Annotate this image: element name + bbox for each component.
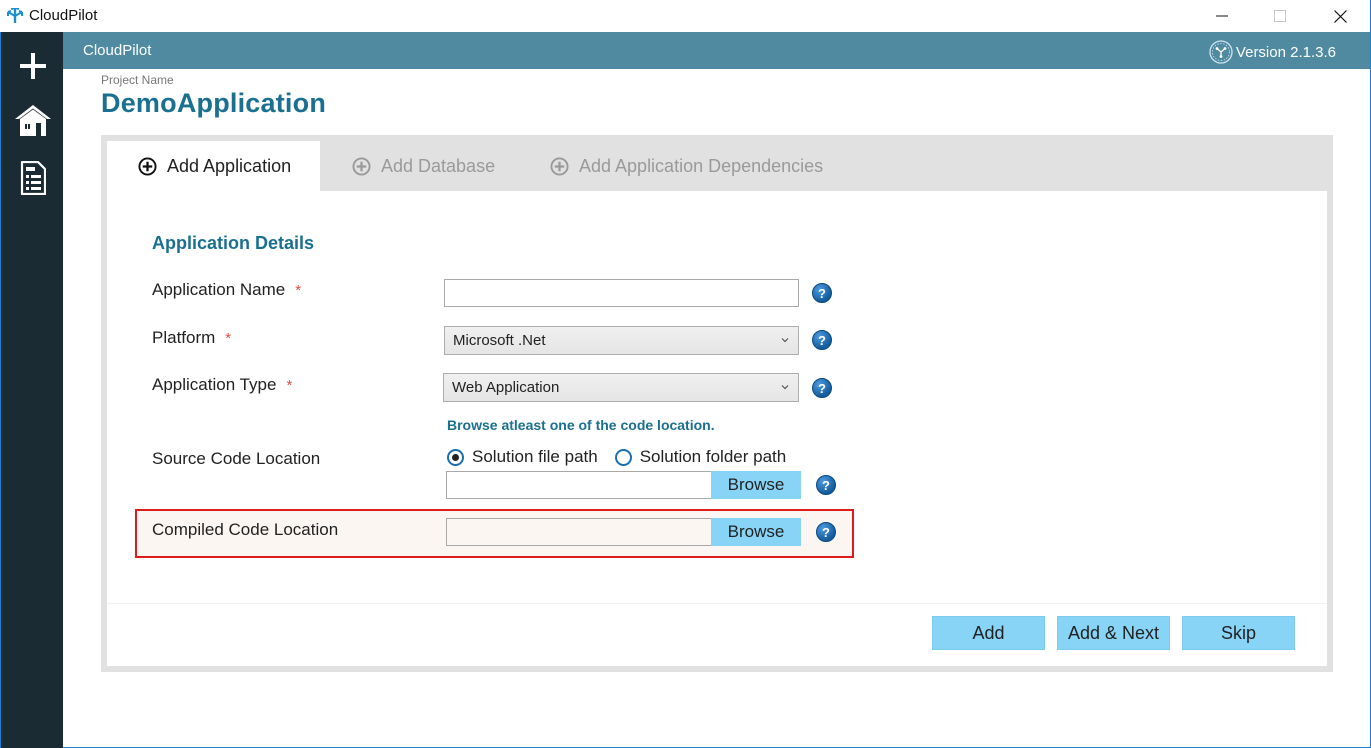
compiled-code-path-input[interactable] [446, 518, 712, 546]
version-label: Version 2.1.3.6 [1235, 43, 1336, 61]
close-button[interactable] [1317, 0, 1363, 32]
tab-add-application[interactable]: Add Application [107, 141, 320, 191]
version-logo-icon [1209, 40, 1233, 64]
chevron-down-icon [781, 338, 789, 343]
radio-solution-file-path[interactable]: Solution file path [447, 447, 598, 467]
application-type-selected-value: Web Application [452, 379, 560, 396]
sidebar-item-reports[interactable] [13, 158, 53, 198]
add-button[interactable]: Add [932, 616, 1045, 650]
tab-label: Add Application Dependencies [579, 155, 824, 176]
application-details-form: Application Details Application Name * ? … [107, 191, 1327, 666]
radio-unselected-icon [614, 448, 632, 466]
label-text: Application Name [152, 280, 286, 299]
required-marker: * [286, 377, 293, 394]
help-icon[interactable]: ? [816, 475, 836, 495]
application-name-label: Application Name * [152, 280, 301, 300]
tab-label: Add Database [381, 155, 496, 176]
sidebar-item-new[interactable] [13, 46, 53, 86]
tab-add-application-dependencies[interactable]: Add Application Dependencies [520, 141, 823, 191]
source-code-location-label: Source Code Location [152, 449, 321, 468]
platform-label: Platform * [152, 328, 231, 348]
wizard-tabs: Add Application Add Database Add Applica… [107, 141, 823, 191]
radio-label: Solution folder path [639, 447, 787, 466]
minimize-icon [1216, 15, 1228, 17]
chevron-down-icon [781, 385, 789, 390]
required-marker: * [295, 282, 302, 299]
minimize-button[interactable] [1199, 0, 1245, 32]
source-code-browse-button[interactable]: Browse [711, 471, 801, 499]
compiled-code-location-label: Compiled Code Location [152, 520, 339, 539]
report-icon [20, 161, 46, 195]
tab-label: Add Application [167, 155, 292, 176]
section-title: Application Details [152, 233, 315, 253]
radio-solution-folder-path[interactable]: Solution folder path [614, 447, 787, 467]
help-icon[interactable]: ? [812, 330, 832, 350]
sidebar-item-home[interactable] [13, 100, 53, 140]
tab-add-database[interactable]: Add Database [320, 141, 520, 191]
help-icon[interactable]: ? [812, 378, 832, 398]
sidebar [0, 32, 63, 748]
wizard-panel: Add Application Add Database Add Applica… [101, 135, 1333, 672]
footer-divider [107, 603, 1327, 604]
application-type-select[interactable]: Web Application [443, 373, 799, 402]
title-bar: CloudPilot [0, 0, 1370, 32]
close-icon [1333, 9, 1347, 23]
required-marker: * [225, 330, 232, 347]
radio-label: Solution file path [472, 447, 598, 466]
window-title: CloudPilot [29, 7, 98, 24]
source-code-path-input[interactable] [446, 471, 712, 499]
source-code-mode-radio-group: Solution file path Solution folder path [447, 447, 803, 467]
label-text: Application Type [152, 375, 277, 394]
add-circle-icon [550, 156, 569, 176]
application-name-input[interactable] [444, 279, 799, 307]
plus-icon [20, 53, 46, 79]
project-name: DemoApplication [101, 88, 327, 118]
help-icon[interactable]: ? [816, 522, 836, 542]
add-circle-icon [352, 156, 371, 176]
maximize-icon [1274, 10, 1286, 22]
version-info: Version 2.1.3.6 [1209, 40, 1336, 64]
app-header: CloudPilot Version 2.1.3.6 [63, 32, 1370, 69]
header-brand: CloudPilot [83, 42, 152, 59]
radio-selected-icon [447, 448, 464, 466]
application-type-label: Application Type * [152, 375, 292, 395]
add-and-next-button[interactable]: Add & Next [1057, 616, 1170, 650]
compiled-code-browse-button[interactable]: Browse [711, 518, 801, 546]
skip-button[interactable]: Skip [1182, 616, 1295, 650]
code-location-hint: Browse atleast one of the code location. [447, 417, 715, 433]
label-text: Platform [152, 328, 216, 347]
help-icon[interactable]: ? [812, 283, 832, 303]
app-window: CloudPilot CloudPilot Version 2.1.3.6 Pr… [0, 0, 1371, 748]
project-name-label: Project Name [101, 73, 174, 87]
home-icon [15, 105, 51, 136]
platform-selected-value: Microsoft .Net [453, 332, 546, 349]
maximize-button[interactable] [1257, 0, 1303, 32]
cloudpilot-logo-icon [7, 8, 23, 23]
platform-select[interactable]: Microsoft .Net [444, 326, 799, 355]
add-circle-icon [138, 156, 157, 176]
